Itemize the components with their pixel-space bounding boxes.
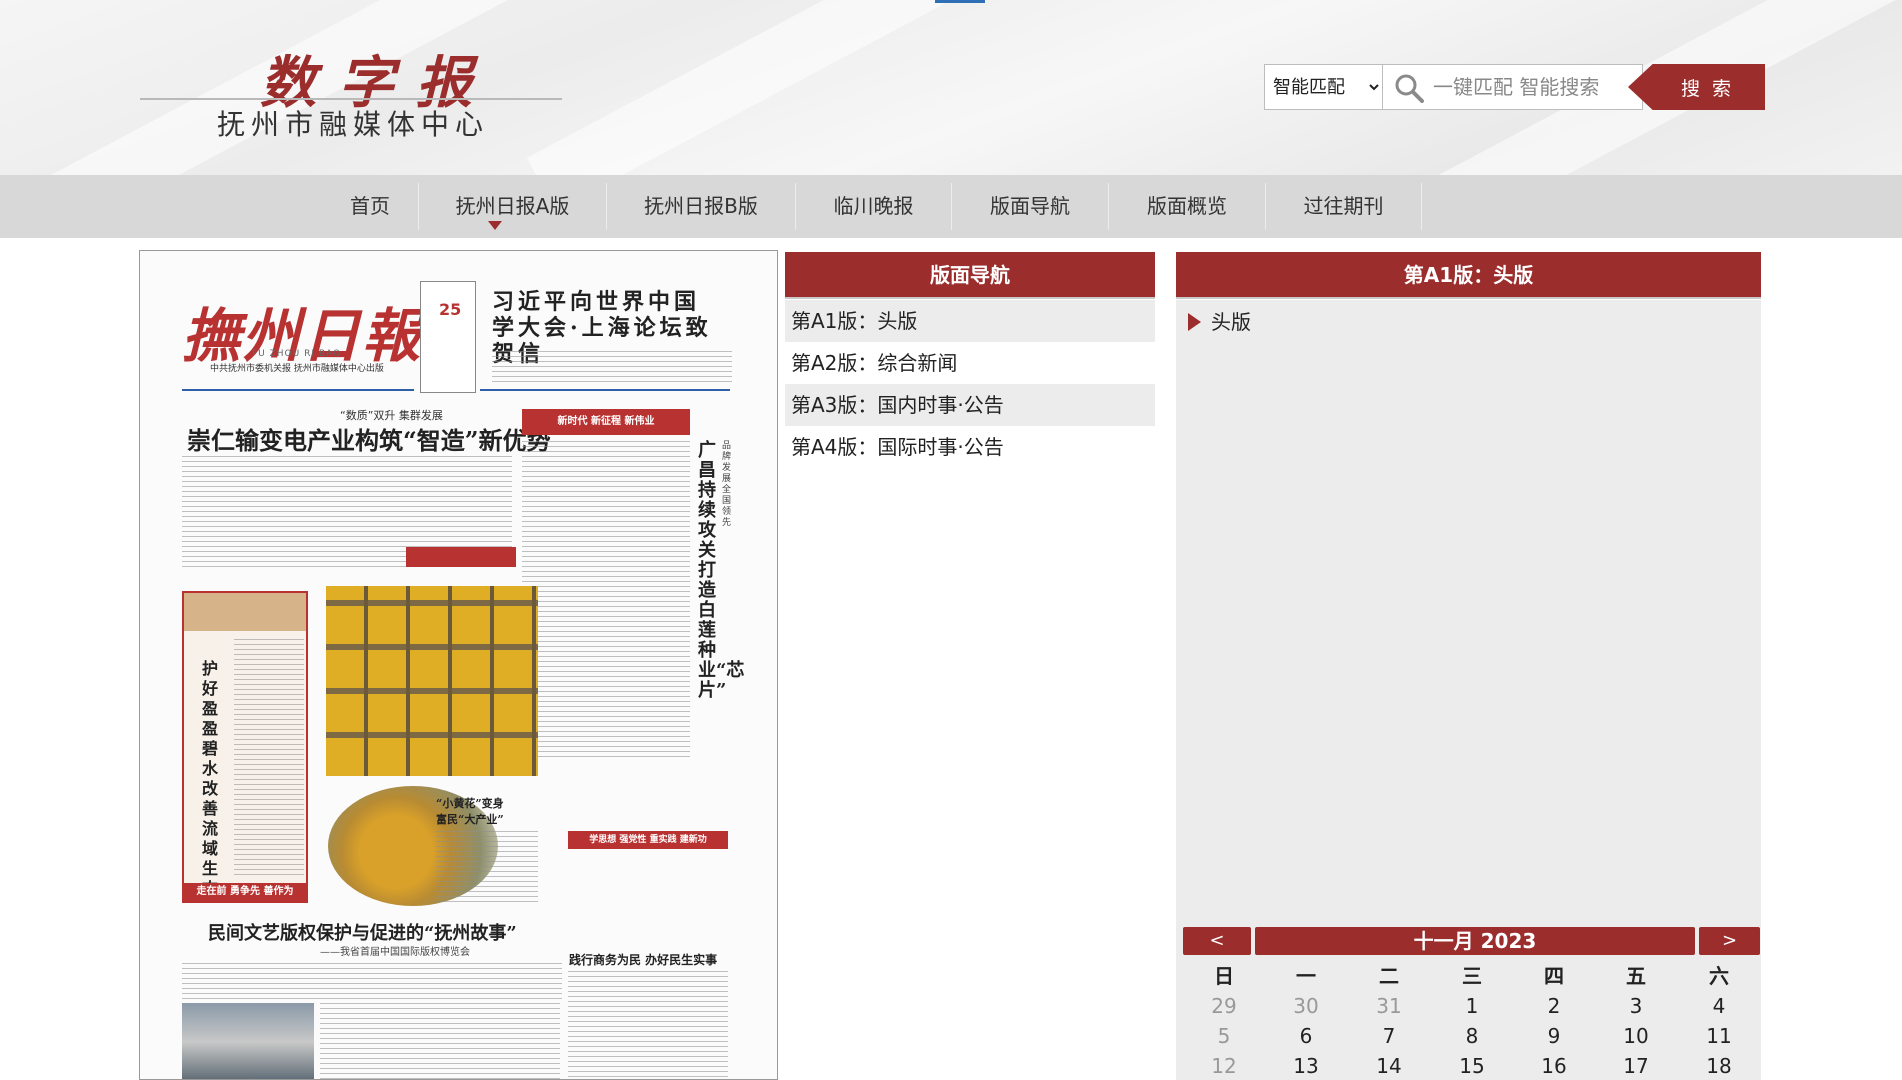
masthead-rule [182, 389, 414, 391]
nav-item-fuzhou-b[interactable]: 抚州日报B版 [607, 175, 795, 238]
nav-item-fuzhou-a[interactable]: 抚州日报A版 [419, 175, 606, 238]
logo-subtitle: 抚州市融媒体中心 [217, 108, 490, 141]
search-input[interactable] [1433, 71, 1638, 103]
article-text [568, 971, 728, 1079]
calendar-grid: 日 一 二 三 四 五 六 29 30 31 1 2 3 4 5 6 7 8 9… [1183, 961, 1760, 1080]
headline-vertical-small: 品牌发展全国领先 [722, 441, 732, 528]
nav-item-layout-nav[interactable]: 版面导航 [952, 175, 1108, 238]
banner-new-era: 新时代 新征程 新伟业 [522, 409, 690, 435]
article-text [320, 1003, 560, 1079]
headline-vertical[interactable]: 广昌持续攻关打造白莲种业“芯片” [698, 441, 744, 701]
site-header: 数字报 抚州市融媒体中心 智能匹配 搜 索 [0, 0, 1902, 175]
headline-main[interactable]: 崇仁输变电产业构筑“智造”新优势 [187, 421, 551, 456]
corn-drying-photo[interactable] [326, 586, 538, 776]
masthead-rule [480, 389, 730, 391]
banner-study: 学思想 强党性 重实践 建新功 [568, 831, 728, 849]
calendar-day[interactable]: 12 [1183, 1051, 1265, 1080]
calendar-day[interactable]: 7 [1348, 1021, 1430, 1051]
layout-nav-list: 第A1版：头版 第A2版：综合新闻 第A3版：国内时事·公告 第A4版：国际时事… [785, 300, 1155, 468]
article-text [182, 963, 562, 999]
article-badge [406, 547, 516, 567]
calendar-day[interactable]: 18 [1678, 1051, 1760, 1080]
logo-divider [140, 98, 562, 100]
caption-flower: “小黄花”变身富民“大产业” [436, 797, 504, 826]
masthead-org: 中共抚州市委机关报 抚州市融媒体中心出版 [210, 364, 384, 374]
calendar-title: 十一月 2023 [1255, 927, 1695, 955]
active-caret-icon [488, 221, 502, 230]
layout-nav-item-a3[interactable]: 第A3版：国内时事·公告 [785, 384, 1155, 426]
weekday-mon: 一 [1296, 964, 1316, 988]
masthead-pinyin: FU ZHOU RI BAO [252, 349, 342, 359]
calendar-day[interactable]: 4 [1678, 991, 1760, 1021]
calendar-day[interactable]: 31 [1348, 991, 1430, 1021]
calendar-day[interactable]: 8 [1431, 1021, 1513, 1051]
headline-bottom-sub: ——我省首届中国国际版权博览会 [320, 947, 470, 958]
calendar-day[interactable]: 2 [1513, 991, 1595, 1021]
calendar-day[interactable]: 9 [1513, 1021, 1595, 1051]
article-text [234, 639, 304, 879]
calendar-weekday-row: 日 一 二 三 四 五 六 [1183, 961, 1760, 991]
date-day: 25 [439, 300, 462, 319]
weekday-sun: 日 [1214, 964, 1234, 988]
nav-item-archive[interactable]: 过往期刊 [1266, 175, 1421, 238]
search-mode-select[interactable]: 智能匹配 [1264, 64, 1383, 110]
headline-side[interactable]: 践行商务为民 办好民生实事 [569, 951, 717, 968]
calendar-day[interactable]: 29 [1183, 991, 1265, 1021]
calendar-week-row: 12 13 14 15 16 17 18 [1183, 1051, 1760, 1080]
nav-item-overview[interactable]: 版面概览 [1109, 175, 1265, 238]
calendar-day[interactable]: 17 [1595, 1051, 1677, 1080]
calendar-day[interactable]: 15 [1431, 1051, 1513, 1080]
feature-box-headline: 护好盈盈碧水 改善流域生态 [202, 659, 219, 898]
calendar-day[interactable]: 11 [1678, 1021, 1760, 1051]
newspaper-page-image[interactable]: 撫州日報 FU ZHOU RI BAO 中共抚州市委机关报 抚州市融媒体中心出版… [139, 250, 778, 1080]
nav-separator [1421, 183, 1422, 230]
expo-photo[interactable] [182, 1003, 314, 1079]
date-box: 25 [420, 281, 476, 393]
search-field [1383, 64, 1643, 110]
article-text [436, 831, 538, 906]
article-link-label: 头版 [1211, 310, 1251, 334]
calendar-day[interactable]: 16 [1513, 1051, 1595, 1080]
weekday-thu: 四 [1544, 964, 1564, 988]
layout-nav-item-a4[interactable]: 第A4版：国际时事·公告 [785, 426, 1155, 468]
weekday-wed: 三 [1462, 964, 1482, 988]
calendar-day[interactable]: 6 [1265, 1021, 1347, 1051]
main-nav: 首页 抚州日报A版 抚州日报B版 临川晚报 版面导航 版面概览 过往期刊 [0, 175, 1902, 238]
search-icon [1395, 74, 1424, 103]
layout-nav-item-a1[interactable]: 第A1版：头版 [785, 300, 1155, 342]
calendar-prev-button[interactable]: < [1183, 927, 1251, 955]
article-link[interactable]: 头版 [1188, 310, 1251, 334]
calendar-day[interactable]: 3 [1595, 991, 1677, 1021]
calendar-week-row: 29 30 31 1 2 3 4 [1183, 991, 1760, 1021]
weekday-tue: 二 [1379, 964, 1399, 988]
calendar-day[interactable]: 5 [1183, 1021, 1265, 1051]
calendar-day[interactable]: 30 [1265, 991, 1347, 1021]
feature-box[interactable]: 护好盈盈碧水 改善流域生态 走在前 勇争先 善作为 [182, 591, 308, 903]
article-text [492, 351, 732, 383]
top-accent-bar [935, 0, 985, 3]
article-text [522, 441, 690, 761]
triangle-arrow-icon [1188, 313, 1201, 331]
header-decoration [526, 0, 1174, 175]
calendar-week-row: 5 6 7 8 9 10 11 [1183, 1021, 1760, 1051]
layout-nav-title: 版面导航 [785, 252, 1155, 299]
layout-nav-item-a2[interactable]: 第A2版：综合新闻 [785, 342, 1155, 384]
nav-item-linchuan[interactable]: 临川晚报 [796, 175, 951, 238]
page-panel-title: 第A1版：头版 [1176, 252, 1761, 299]
search-button[interactable]: 搜 索 [1628, 64, 1765, 110]
nav-item-home[interactable]: 首页 [322, 175, 418, 238]
calendar-day[interactable]: 14 [1348, 1051, 1430, 1080]
weekday-sat: 六 [1709, 964, 1729, 988]
feature-box-footer: 走在前 勇争先 善作为 [184, 883, 306, 901]
calendar-day[interactable]: 10 [1595, 1021, 1677, 1051]
calendar-next-button[interactable]: > [1699, 927, 1760, 955]
feature-box-header [184, 593, 306, 631]
headline-bottom[interactable]: 民间文艺版权保护与促进的“抚州故事” [208, 919, 517, 945]
calendar-day[interactable]: 1 [1431, 991, 1513, 1021]
calendar-day[interactable]: 13 [1265, 1051, 1347, 1080]
weekday-fri: 五 [1626, 964, 1646, 988]
